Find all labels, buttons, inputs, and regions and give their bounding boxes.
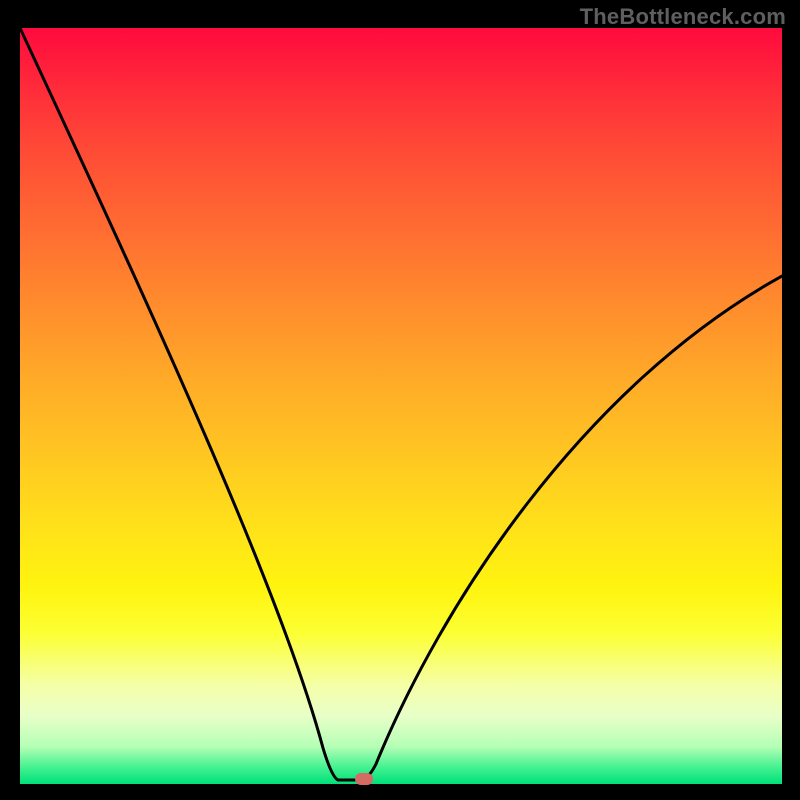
optimal-marker [355, 773, 373, 785]
watermark-text: TheBottleneck.com [580, 4, 786, 30]
curve-left-branch [20, 28, 360, 780]
bottleneck-curve [20, 28, 782, 784]
curve-right-branch [360, 276, 782, 780]
chart-container: TheBottleneck.com [0, 0, 800, 800]
